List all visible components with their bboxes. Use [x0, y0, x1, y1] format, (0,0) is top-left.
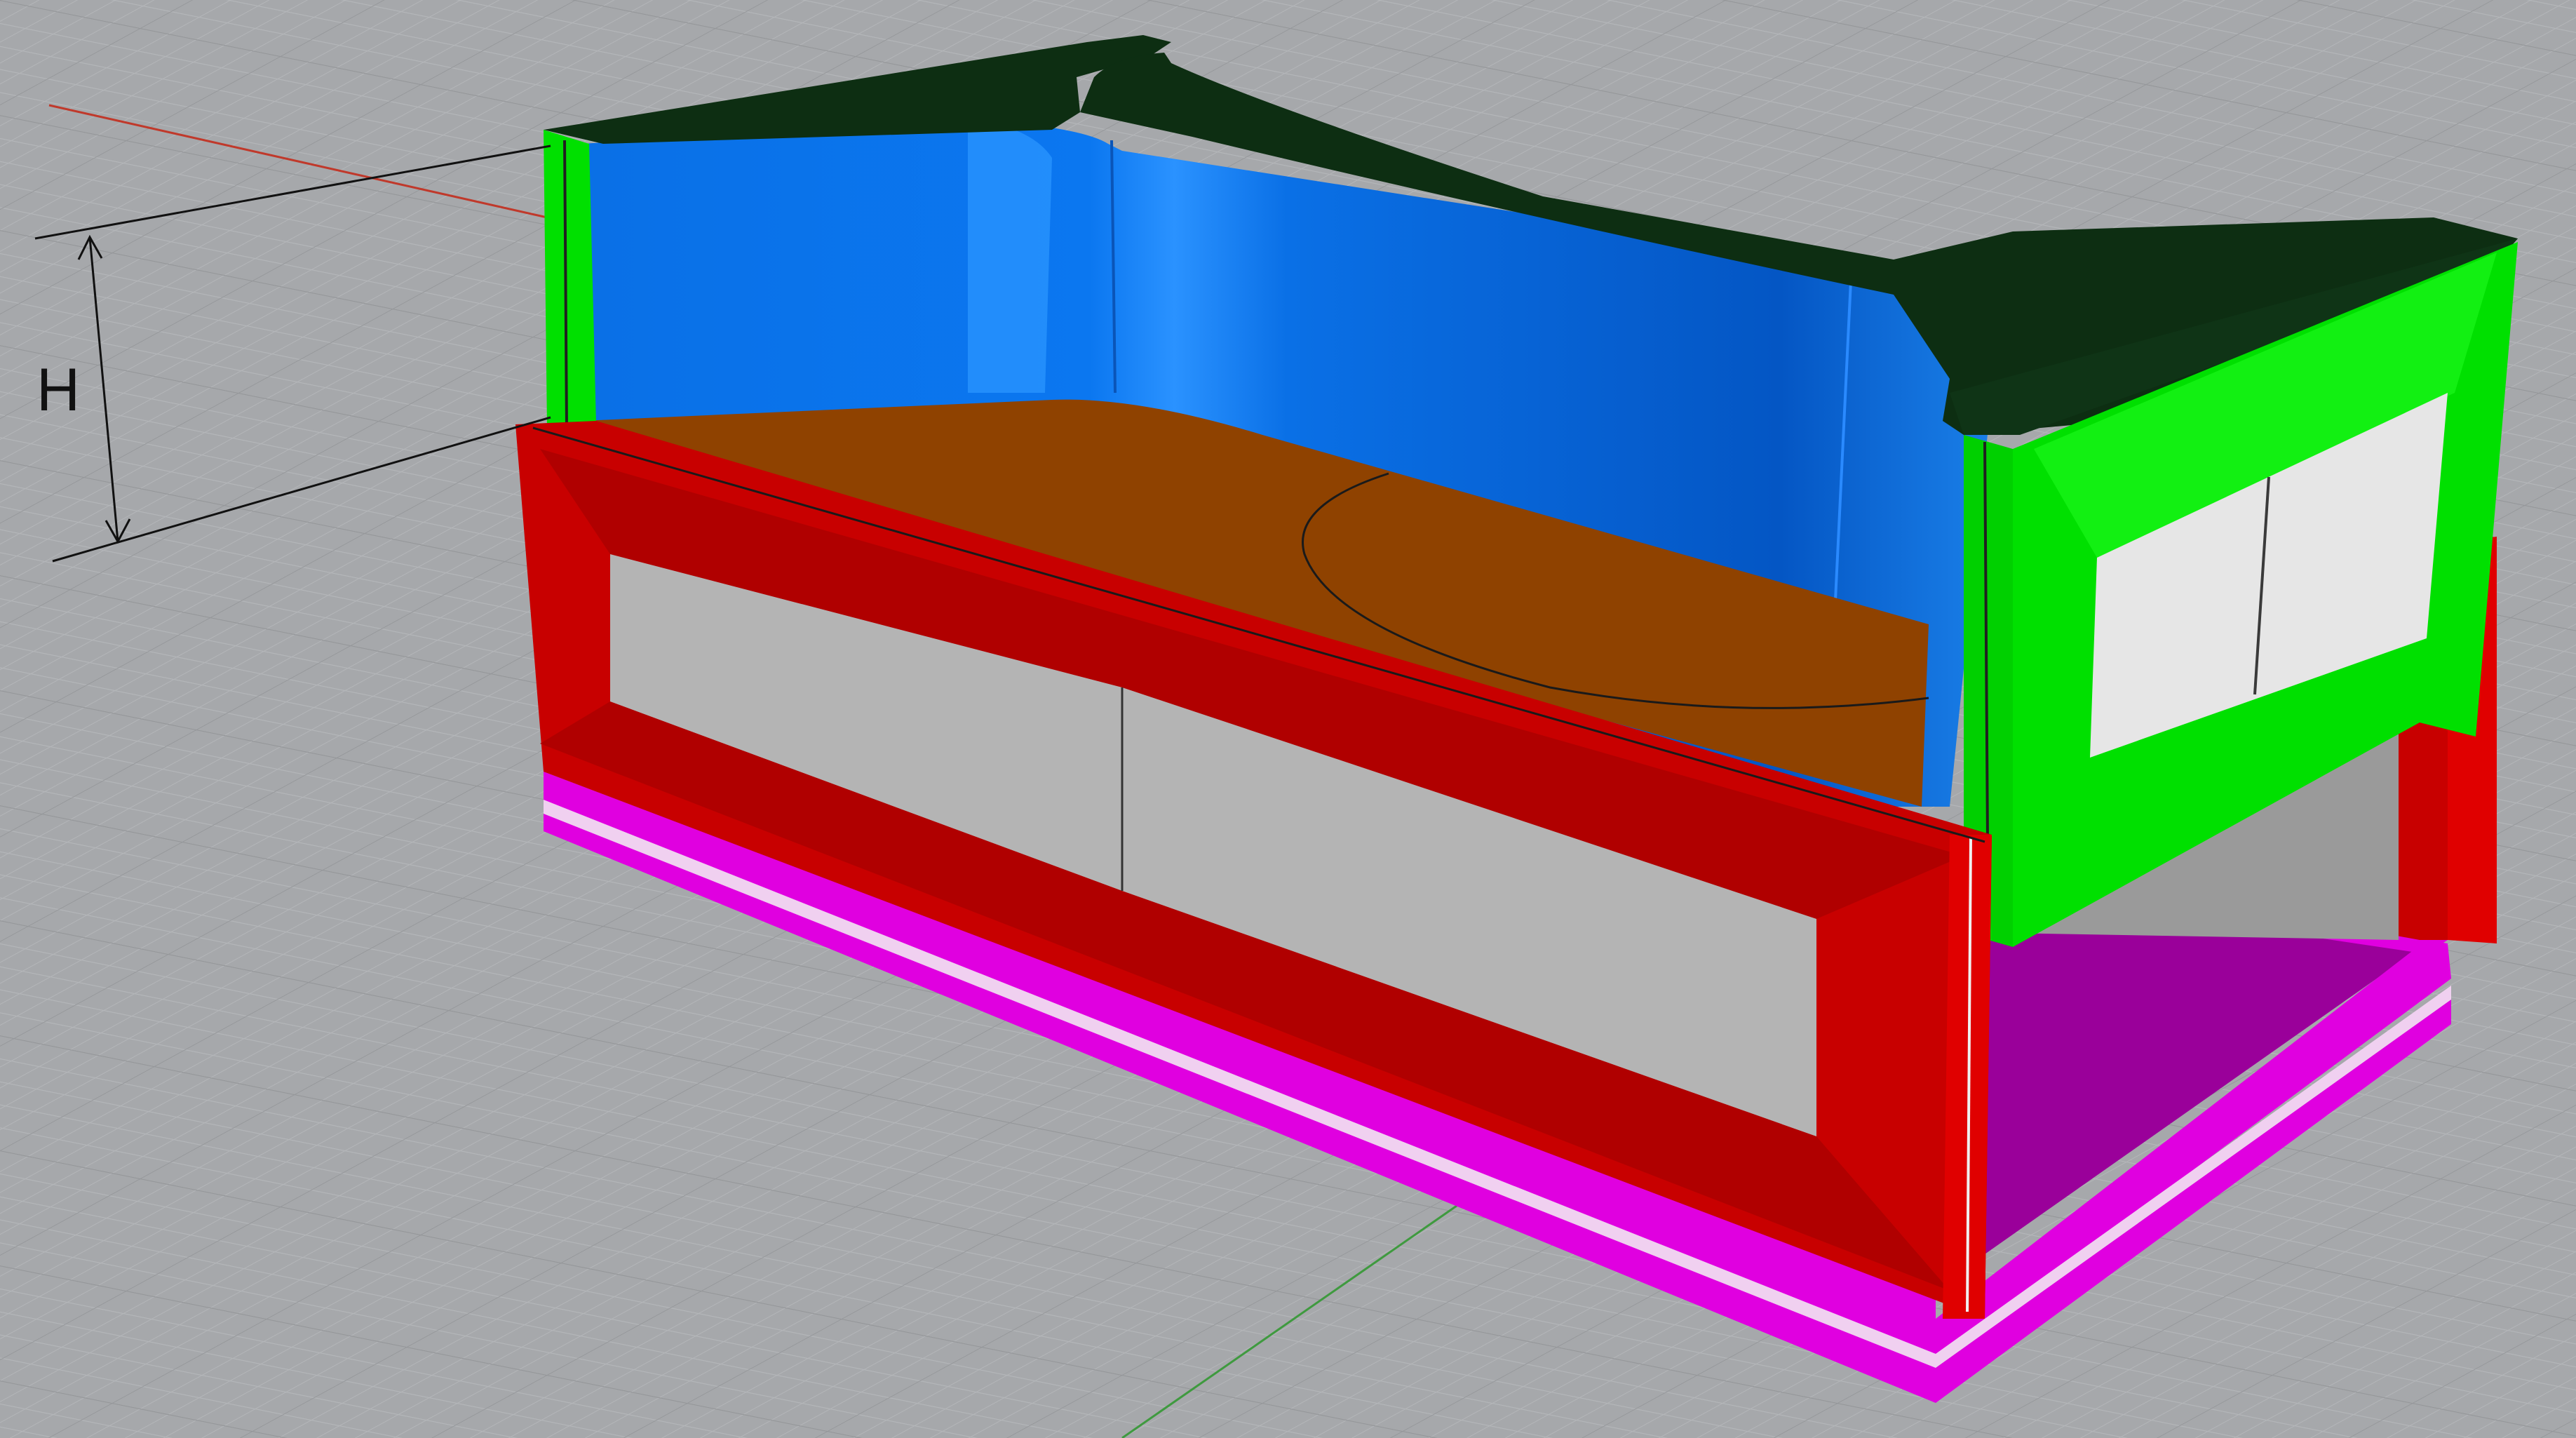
scene-canvas[interactable]: H	[0, 0, 2576, 1438]
rhino-3d-viewport[interactable]: H	[0, 0, 2576, 1438]
left-side-panel-face	[544, 130, 596, 428]
dimension-label: H	[36, 356, 80, 424]
back-wall-curve-highlight	[968, 119, 1052, 393]
left-side-panel[interactable]	[544, 130, 596, 429]
